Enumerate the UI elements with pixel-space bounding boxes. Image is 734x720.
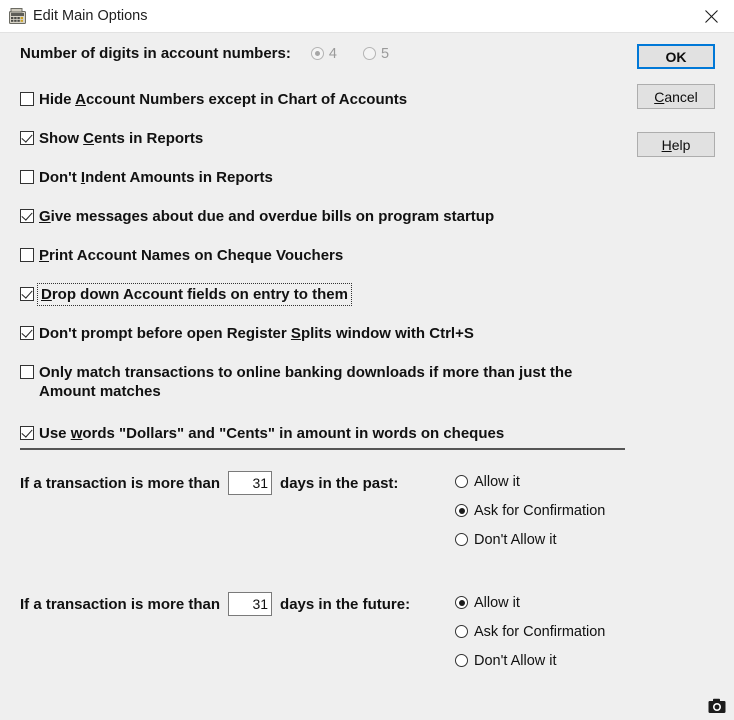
future-rule-line: If a transaction is more than days in th… xyxy=(20,592,410,616)
checkbox-hide-account-numbers-label: Hide Account Numbers except in Chart of … xyxy=(39,91,408,108)
checkbox-print-account-names-label: Print Account Names on Cheque Vouchers xyxy=(39,247,344,264)
past-radio-dont-allow-it-label: Don't Allow it xyxy=(474,531,557,548)
checkbox-give-messages-due-bills[interactable]: Give messages about due and overdue bill… xyxy=(20,207,494,226)
past-rule-radio-group: Allow it Ask for Confirmation Don't Allo… xyxy=(455,467,605,554)
radio-digits-5-label: 5 xyxy=(380,45,390,62)
future-rule-radio-group: Allow it Ask for Confirmation Don't Allo… xyxy=(455,588,605,675)
ok-button-label: OK xyxy=(665,48,687,65)
cancel-button[interactable]: Cancel xyxy=(637,84,715,109)
future-radio-allow-it-label: Allow it xyxy=(474,594,520,611)
section-separator xyxy=(20,448,625,450)
checkbox-show-cents[interactable]: Show Cents in Reports xyxy=(20,129,203,148)
checkbox-dont-prompt-register-splits-label: Don't prompt before open Register Splits… xyxy=(39,325,474,342)
future-radio-dont-allow-it[interactable]: Don't Allow it xyxy=(455,646,605,675)
help-rest: elp xyxy=(671,136,691,153)
checkbox-drop-down-account-fields[interactable]: Drop down Account fields on entry to the… xyxy=(20,283,352,306)
past-radio-ask-confirmation-indicator[interactable] xyxy=(455,504,468,517)
future-radio-dont-allow-it-label: Don't Allow it xyxy=(474,652,557,669)
checkbox-only-match-transactions-box[interactable] xyxy=(20,365,34,379)
checkbox-dont-indent-amounts-label: Don't Indent Amounts in Reports xyxy=(39,169,273,186)
cancel-button-label: Cancel xyxy=(654,89,698,105)
close-icon[interactable] xyxy=(688,0,734,32)
checkbox-use-words-dollars-cents-box[interactable] xyxy=(20,426,34,440)
window-title: Edit Main Options xyxy=(33,8,148,24)
checkbox-print-account-names-box[interactable] xyxy=(20,248,34,262)
past-transaction-rule: If a transaction is more than days in th… xyxy=(20,471,605,548)
checkbox-hide-account-numbers[interactable]: Hide Account Numbers except in Chart of … xyxy=(20,90,407,109)
title-bar: Edit Main Options xyxy=(0,0,734,33)
checkbox-show-cents-box[interactable] xyxy=(20,131,34,145)
checkbox-use-words-dollars-cents[interactable]: Use words "Dollars" and "Cents" in amoun… xyxy=(20,424,504,443)
checkbox-dont-prompt-register-splits-box[interactable] xyxy=(20,326,34,340)
future-rule-text-before: If a transaction is more than xyxy=(20,595,221,613)
checkbox-show-cents-label: Show Cents in Reports xyxy=(39,130,204,147)
future-radio-ask-confirmation-indicator[interactable] xyxy=(455,625,468,638)
help-accel: H xyxy=(661,136,672,153)
cancel-rest: ancel xyxy=(664,88,698,105)
past-rule-text-after: days in the past: xyxy=(280,474,399,492)
camera-icon xyxy=(708,698,726,714)
radio-digits-5-indicator xyxy=(362,47,376,60)
past-radio-allow-it-label: Allow it xyxy=(474,473,520,490)
checkbox-give-messages-due-bills-box[interactable] xyxy=(20,209,34,223)
past-radio-allow-it[interactable]: Allow it xyxy=(455,467,605,496)
checkbox-use-words-dollars-cents-label: Use words "Dollars" and "Cents" in amoun… xyxy=(39,425,505,442)
past-rule-line: If a transaction is more than days in th… xyxy=(20,471,398,495)
background-window-bottom-edge xyxy=(0,715,734,720)
checkbox-dont-indent-amounts[interactable]: Don't Indent Amounts in Reports xyxy=(20,168,273,187)
checkbox-print-account-names[interactable]: Print Account Names on Cheque Vouchers xyxy=(20,246,343,265)
checkbox-only-match-transactions[interactable]: Only match transactions to online bankin… xyxy=(20,363,619,401)
checkbox-dont-prompt-register-splits[interactable]: Don't prompt before open Register Splits… xyxy=(20,324,474,343)
radio-digits-4: 4 xyxy=(310,45,337,62)
account-digits-label: Number of digits in account numbers: xyxy=(20,45,291,62)
checkbox-give-messages-due-bills-label: Give messages about due and overdue bill… xyxy=(39,208,495,225)
calculator-icon xyxy=(8,7,27,26)
help-button-label: Help xyxy=(662,137,691,153)
checkbox-only-match-transactions-label: Only match transactions to online bankin… xyxy=(39,364,573,400)
checkbox-drop-down-account-fields-label: Drop down Account fields on entry to the… xyxy=(37,283,352,306)
ok-button[interactable]: OK xyxy=(637,44,715,69)
future-rule-text-after: days in the future: xyxy=(280,595,411,613)
future-transaction-rule: If a transaction is more than days in th… xyxy=(20,592,605,669)
help-button[interactable]: Help xyxy=(637,132,715,157)
checkbox-drop-down-account-fields-box[interactable] xyxy=(20,287,34,301)
future-radio-ask-confirmation-label: Ask for Confirmation xyxy=(474,623,606,640)
radio-digits-4-label: 4 xyxy=(328,45,337,62)
future-radio-ask-confirmation[interactable]: Ask for Confirmation xyxy=(455,617,605,646)
account-digits-radio-group: 4 5 xyxy=(310,45,415,62)
cancel-accel: C xyxy=(654,88,665,105)
past-rule-text-before: If a transaction is more than xyxy=(20,474,221,492)
future-radio-allow-it[interactable]: Allow it xyxy=(455,588,605,617)
future-days-input[interactable] xyxy=(228,592,273,616)
future-radio-allow-it-indicator[interactable] xyxy=(455,596,468,609)
checkbox-hide-account-numbers-box[interactable] xyxy=(20,92,34,106)
radio-digits-4-indicator xyxy=(310,47,324,60)
dialog-client-area: Number of digits in account numbers: 4 5… xyxy=(0,33,734,715)
radio-digits-5: 5 xyxy=(362,45,390,62)
past-radio-ask-confirmation-label: Ask for Confirmation xyxy=(474,502,606,519)
checkbox-dont-indent-amounts-box[interactable] xyxy=(20,170,34,184)
account-digits-row: Number of digits in account numbers: 4 5 xyxy=(20,45,415,62)
past-radio-dont-allow-it-indicator[interactable] xyxy=(455,533,468,546)
future-radio-dont-allow-it-indicator[interactable] xyxy=(455,654,468,667)
past-radio-allow-it-indicator[interactable] xyxy=(455,475,468,488)
past-radio-dont-allow-it[interactable]: Don't Allow it xyxy=(455,525,605,554)
past-days-input[interactable] xyxy=(228,471,273,495)
past-radio-ask-confirmation[interactable]: Ask for Confirmation xyxy=(455,496,605,525)
